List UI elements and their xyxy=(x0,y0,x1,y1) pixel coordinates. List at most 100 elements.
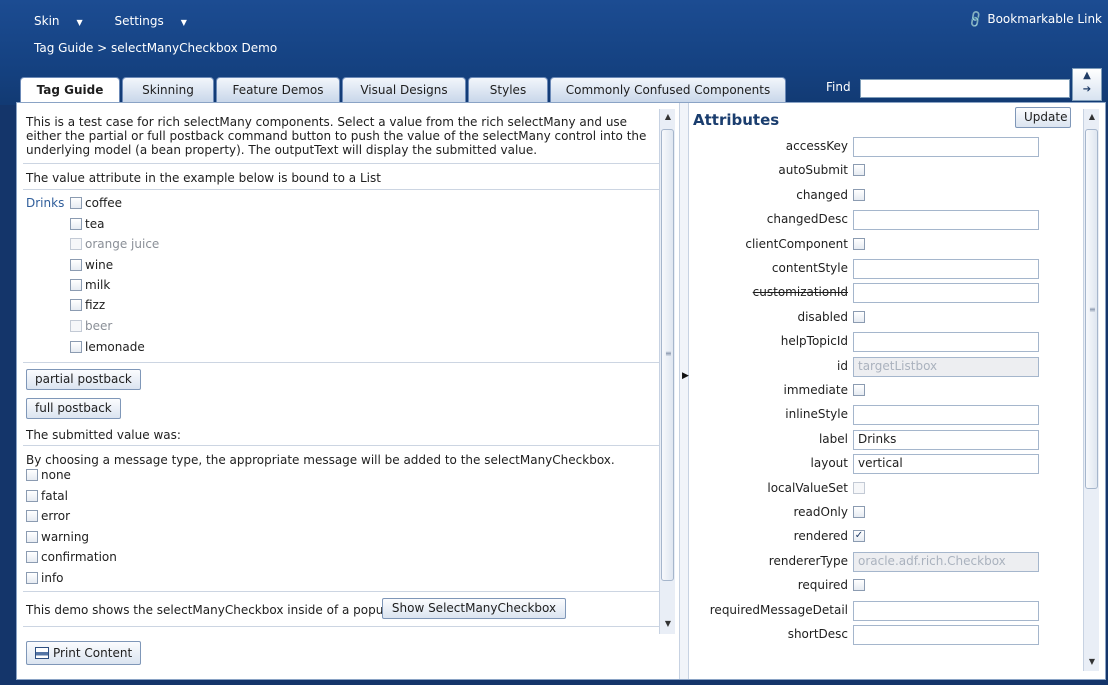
divider xyxy=(23,362,659,363)
helptopicid-field[interactable] xyxy=(853,332,1039,352)
checkbox-tea[interactable]: tea xyxy=(70,217,104,231)
update-button[interactable]: Update xyxy=(1015,107,1071,128)
checkbox-box xyxy=(70,320,82,332)
checkbox-box xyxy=(70,238,82,250)
attributes-panel: Attributes Update accessKey autoSubmit cha… xyxy=(690,103,1105,679)
checkbox-box[interactable] xyxy=(70,279,82,291)
checkbox-box[interactable] xyxy=(70,341,82,353)
checkbox-coffee[interactable]: coffee xyxy=(70,196,122,210)
inlinestyle-field[interactable] xyxy=(853,405,1039,425)
attribute-label: rendererType xyxy=(768,554,848,568)
partial-postback-button[interactable]: partial postback xyxy=(26,369,141,390)
message-note: By choosing a message type, the appropri… xyxy=(26,453,615,467)
submitted-value-label: The submitted value was: xyxy=(26,428,181,442)
chevron-down-icon: ▼ xyxy=(76,18,83,27)
attribute-row-contentstyle: contentStyle xyxy=(690,259,1080,279)
find-label: Find xyxy=(826,80,851,94)
app-header: Skin ▼ Settings ▼ Tag Guide > selectManyCh… xyxy=(0,0,1108,105)
tab-tag-guide[interactable]: Tag Guide xyxy=(20,77,120,104)
checkbox-box[interactable] xyxy=(26,572,38,584)
checkbox-warning[interactable]: warning xyxy=(26,530,89,544)
tab-commonly-confused-components[interactable]: Commonly Confused Components xyxy=(550,77,786,102)
skin-menu[interactable]: Skin ▼ xyxy=(34,14,97,28)
find-input[interactable] xyxy=(860,79,1070,98)
divider xyxy=(23,626,659,627)
checkbox-beer: beer xyxy=(70,319,112,333)
tab-visual-designs[interactable]: Visual Designs xyxy=(342,77,466,102)
checkbox-box[interactable] xyxy=(26,551,38,563)
scrollbar-thumb[interactable]: ≡ xyxy=(1085,129,1098,489)
checkbox-box[interactable] xyxy=(26,510,38,522)
immediate-checkbox[interactable] xyxy=(853,384,865,396)
divider xyxy=(23,445,659,446)
scroll-down-icon[interactable]: ▼ xyxy=(1084,654,1100,670)
readonly-checkbox[interactable] xyxy=(853,506,865,518)
autosubmit-checkbox[interactable] xyxy=(853,164,865,176)
layout-field[interactable]: vertical xyxy=(853,454,1039,474)
requiredmessagedetail-field[interactable] xyxy=(853,601,1039,621)
checkbox-milk[interactable]: milk xyxy=(70,278,110,292)
checkbox-box[interactable] xyxy=(70,299,82,311)
scroll-up-icon[interactable]: ▲ xyxy=(1084,109,1100,125)
checkbox-fatal[interactable]: fatal xyxy=(26,489,68,503)
label-field[interactable]: Drinks xyxy=(853,430,1039,450)
find-go-button[interactable]: ▲ ➔ xyxy=(1072,68,1102,101)
full-postback-button[interactable]: full postback xyxy=(26,398,121,419)
attribute-row-helptopicid: helpTopicId xyxy=(690,332,1080,352)
attribute-label: immediate xyxy=(783,383,849,397)
clientcomponent-checkbox[interactable] xyxy=(853,238,865,250)
tab-styles[interactable]: Styles xyxy=(468,77,548,102)
contentstyle-field[interactable] xyxy=(853,259,1039,279)
tab-feature-demos[interactable]: Feature Demos xyxy=(216,77,340,102)
checkbox-box[interactable] xyxy=(70,197,82,209)
checkbox-fizz[interactable]: fizz xyxy=(70,298,105,312)
attribute-label: customizationId xyxy=(752,285,848,299)
collapse-arrow-icon[interactable]: ▶ xyxy=(682,371,689,381)
content-frame: This is a test case for rich selectMany … xyxy=(16,102,1106,680)
renderertype-field: oracle.adf.rich.Checkbox xyxy=(853,552,1039,572)
scrollbar-thumb[interactable]: ≡ xyxy=(661,129,674,581)
checkbox-wine[interactable]: wine xyxy=(70,258,113,272)
attribute-row-layout: layout vertical xyxy=(690,454,1080,474)
checkbox-confirmation[interactable]: confirmation xyxy=(26,550,117,564)
print-content-button[interactable]: Print Content xyxy=(26,641,142,665)
disabled-checkbox[interactable] xyxy=(853,311,865,323)
scroll-up-icon[interactable]: ▲ xyxy=(660,109,676,125)
settings-menu[interactable]: Settings ▼ xyxy=(115,14,201,28)
checkbox-lemonade[interactable]: lemonade xyxy=(70,340,145,354)
breadcrumb[interactable]: Tag Guide > selectManyCheckbox Demo xyxy=(34,41,277,55)
rendered-checkbox[interactable] xyxy=(853,530,865,542)
grip-icon: ≡ xyxy=(1089,305,1096,314)
tab-skinning[interactable]: Skinning xyxy=(122,77,214,102)
customizationid-field[interactable] xyxy=(853,283,1039,303)
checkbox-error[interactable]: error xyxy=(26,509,70,523)
accesskey-field[interactable] xyxy=(853,137,1039,157)
bookmarkable-link[interactable]: 🔗Bookmarkable Link xyxy=(966,9,1102,29)
right-scrollbar[interactable]: ▲ ≡ ▼ xyxy=(1083,109,1099,671)
attribute-label: helpTopicId xyxy=(780,334,848,348)
left-scrollbar[interactable]: ▲ ≡ ▼ xyxy=(659,109,675,634)
checkbox-box[interactable] xyxy=(26,531,38,543)
attribute-label: contentStyle xyxy=(771,261,848,275)
attribute-row-autosubmit: autoSubmit xyxy=(690,161,1080,181)
panel-splitter[interactable]: ▶ xyxy=(679,103,689,679)
checkbox-box[interactable] xyxy=(26,490,38,502)
checkbox-info[interactable]: info xyxy=(26,571,64,585)
attribute-row-accesskey: accessKey xyxy=(690,137,1080,157)
changed-checkbox[interactable] xyxy=(853,189,865,201)
attribute-row-immediate: immediate xyxy=(690,381,1080,401)
required-checkbox[interactable] xyxy=(853,579,865,591)
scroll-down-icon[interactable]: ▼ xyxy=(660,616,676,632)
changeddesc-field[interactable] xyxy=(853,210,1039,230)
divider xyxy=(23,189,659,190)
checkbox-none[interactable]: none xyxy=(26,468,71,482)
checkbox-box[interactable] xyxy=(70,259,82,271)
grip-icon: ≡ xyxy=(665,349,672,358)
attribute-label: id xyxy=(837,359,848,373)
checkbox-box[interactable] xyxy=(70,218,82,230)
shortdesc-field[interactable] xyxy=(853,625,1039,645)
divider xyxy=(23,163,659,164)
attribute-row-changed: changed xyxy=(690,186,1080,206)
checkbox-box[interactable] xyxy=(26,469,38,481)
show-selectmanycheckbox-button[interactable]: Show SelectManyCheckbox xyxy=(382,598,566,619)
